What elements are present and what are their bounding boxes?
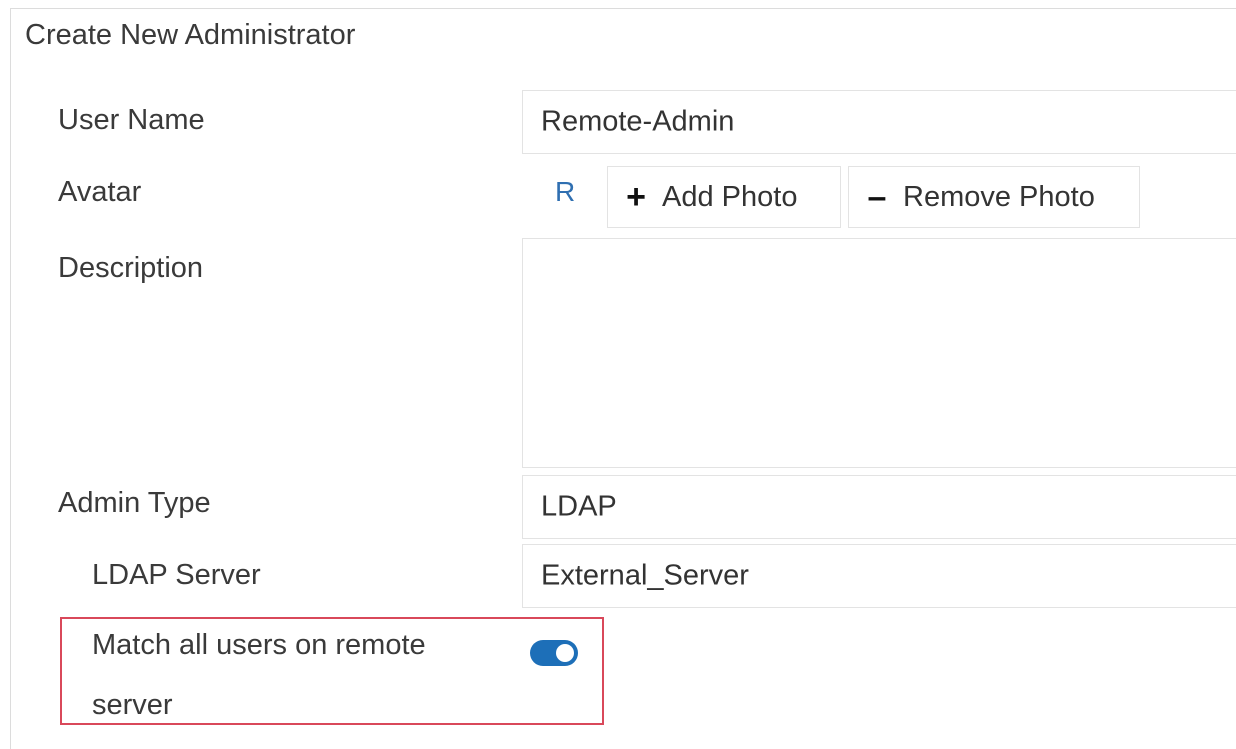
avatar: R bbox=[555, 176, 576, 207]
avatar-label: Avatar bbox=[58, 176, 142, 208]
ldap-server-value: External_Server bbox=[541, 559, 749, 592]
ldap-server-label: LDAP Server bbox=[92, 559, 261, 591]
user-name-value: Remote-Admin bbox=[541, 105, 735, 138]
user-name-input[interactable]: Remote-Admin bbox=[522, 90, 1236, 154]
description-textarea[interactable] bbox=[522, 238, 1236, 468]
match-all-label-line1: Match all users on remote bbox=[92, 629, 426, 661]
description-label: Description bbox=[58, 252, 204, 284]
admin-type-label: Admin Type bbox=[58, 487, 211, 519]
add-photo-label: Add Photo bbox=[662, 180, 798, 213]
user-name-label: User Name bbox=[58, 104, 205, 136]
match-all-label-line2: server bbox=[92, 689, 173, 721]
admin-type-value: LDAP bbox=[541, 490, 617, 523]
minus-icon: – bbox=[867, 178, 887, 216]
panel-title: Create New Administrator bbox=[25, 19, 356, 51]
match-all-toggle[interactable] bbox=[530, 640, 578, 666]
plus-icon: + bbox=[626, 178, 646, 216]
add-photo-button[interactable]: + Add Photo bbox=[607, 166, 841, 228]
remove-photo-label: Remove Photo bbox=[903, 180, 1095, 213]
admin-type-select[interactable]: LDAP bbox=[522, 475, 1236, 539]
toggle-knob bbox=[556, 644, 574, 662]
remove-photo-button[interactable]: – Remove Photo bbox=[848, 166, 1140, 228]
ldap-server-select[interactable]: External_Server bbox=[522, 544, 1236, 608]
